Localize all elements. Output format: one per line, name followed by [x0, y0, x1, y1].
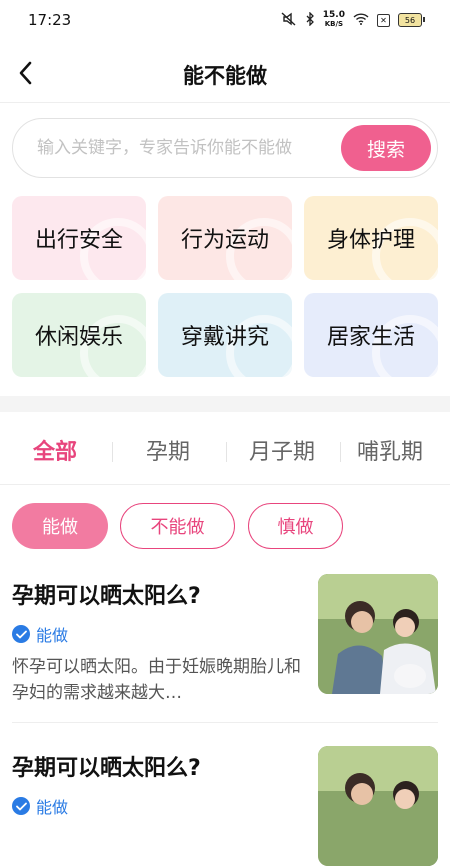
article-item[interactable]: 孕期可以晒太阳么? 能做 怀孕可以晒太阳。由于妊娠晚期胎儿和孕妇的需求越来越大…	[12, 574, 438, 708]
mute-icon	[281, 11, 297, 29]
net-speed-value: 15.0	[322, 10, 345, 20]
tab-separator	[112, 442, 113, 462]
filter-can-do[interactable]: 能做	[12, 503, 108, 549]
net-speed: 15.0 KB/S	[323, 11, 345, 29]
search-bar: 搜索	[12, 118, 438, 178]
page-title: 能不能做	[183, 64, 267, 88]
tab-separator	[340, 442, 341, 462]
article-tag: 能做	[12, 622, 68, 646]
category-label: 出行安全	[34, 228, 123, 253]
status-bar: 17:23 15.0 KB/S ✕ 56	[0, 0, 450, 40]
category-label: 居家生活	[326, 325, 415, 350]
article-tag: 能做	[12, 794, 68, 818]
net-speed-unit: KB/S	[324, 20, 344, 28]
category-label: 穿戴讲究	[180, 325, 269, 350]
tabs-divider	[0, 484, 450, 485]
category-card-body-care[interactable]: 身体护理	[304, 196, 438, 280]
search-button[interactable]: 搜索	[341, 125, 431, 171]
article-title: 孕期可以晒太阳么?	[12, 584, 201, 609]
article-title: 孕期可以晒太阳么?	[12, 756, 201, 781]
article-thumbnail	[318, 746, 438, 866]
section-divider	[0, 396, 450, 412]
category-card-leisure[interactable]: 休闲娱乐	[12, 293, 146, 377]
article-divider	[12, 722, 438, 723]
tab-all[interactable]: 全部	[33, 434, 77, 466]
bluetooth-icon	[305, 10, 315, 29]
battery-icon: 56	[398, 13, 425, 27]
tab-pregnancy[interactable]: 孕期	[146, 434, 190, 466]
nav-bar: 能不能做	[0, 44, 450, 103]
article-description: 怀孕可以晒太阳。由于妊娠晚期胎儿和孕妇的需求越来越大…	[12, 657, 301, 703]
article-tag-label: 能做	[36, 798, 69, 817]
filter-careful[interactable]: 慎做	[248, 503, 343, 549]
article-tag-label: 能做	[36, 626, 69, 645]
category-label: 身体护理	[326, 228, 415, 253]
status-time: 17:23	[28, 11, 72, 29]
tab-postpartum[interactable]: 月子期	[249, 434, 315, 466]
wifi-icon	[353, 12, 369, 28]
tab-breastfeeding[interactable]: 哺乳期	[357, 434, 423, 466]
category-label: 行为运动	[180, 228, 269, 253]
category-card-behavior-exercise[interactable]: 行为运动	[158, 196, 292, 280]
check-icon	[12, 625, 30, 643]
category-card-clothing[interactable]: 穿戴讲究	[158, 293, 292, 377]
status-icons: 15.0 KB/S ✕ 56	[281, 10, 425, 29]
filter-cannot-do[interactable]: 不能做	[120, 503, 235, 549]
category-card-home-life[interactable]: 居家生活	[304, 293, 438, 377]
category-card-travel-safety[interactable]: 出行安全	[12, 196, 146, 280]
search-input[interactable]	[35, 129, 339, 167]
period-tabs: 全部 孕期 月子期 哺乳期	[0, 420, 450, 480]
category-label: 休闲娱乐	[34, 325, 123, 350]
sim-off-icon: ✕	[377, 13, 390, 27]
article-thumbnail	[318, 574, 438, 694]
tab-separator	[226, 442, 227, 462]
article-item[interactable]: 孕期可以晒太阳么? 能做	[12, 746, 438, 866]
